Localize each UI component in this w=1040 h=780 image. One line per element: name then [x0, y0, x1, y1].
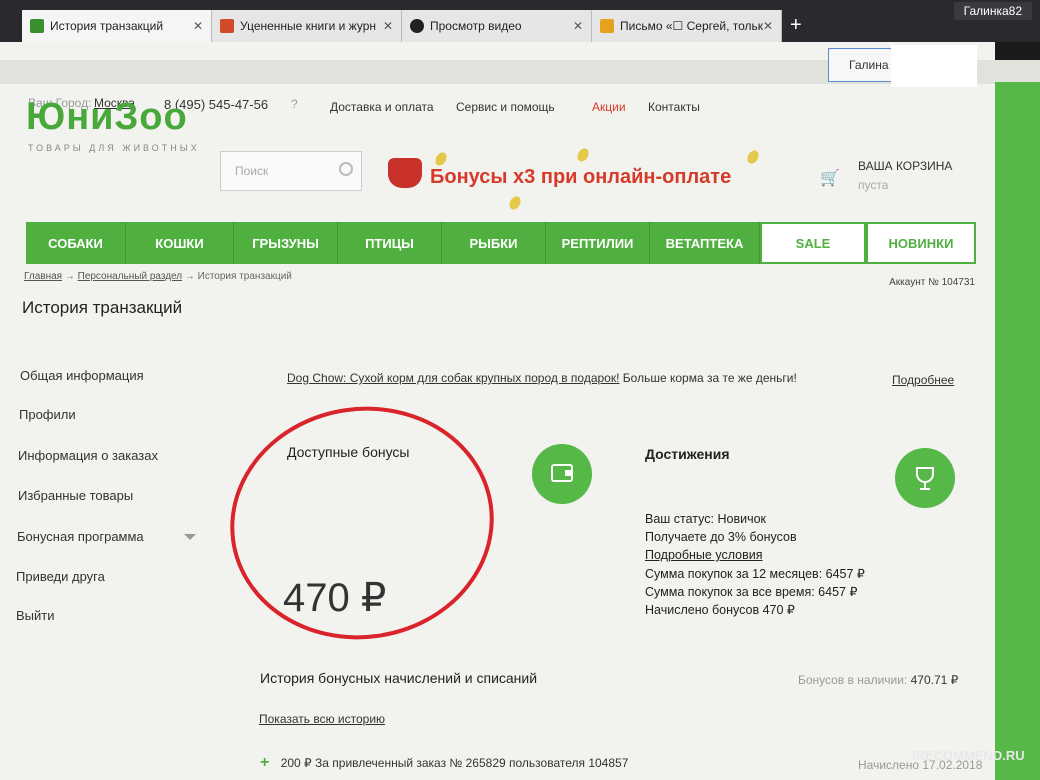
link-promotions[interactable]: Акции [592, 100, 626, 114]
link-delivery[interactable]: Доставка и оплата [330, 100, 434, 114]
show-history-link[interactable]: Показать всю историю [259, 712, 385, 726]
cart-label[interactable]: ВАША КОРЗИНА [858, 159, 952, 173]
search-placeholder: Поиск [235, 164, 269, 178]
conditions-link[interactable]: Подробные условия [645, 548, 762, 562]
search-input[interactable]: Поиск [220, 151, 362, 191]
history-row-text: 200 ₽ За привлеченный заказ № 265829 пол… [280, 756, 629, 770]
tab-label: Уцененные книги и журн [240, 19, 377, 33]
link-service[interactable]: Сервис и помощь [456, 100, 555, 114]
tab-label: Письмо «☐ Сергей, тольк [620, 19, 764, 33]
browser-profile[interactable]: Галинка82 [953, 2, 1032, 20]
nav-cats[interactable]: КОШКИ [126, 222, 234, 264]
promo-text: Больше корма за те же деньги! [622, 371, 797, 385]
nav-new[interactable]: НОВИНКИ [866, 222, 976, 264]
tab-label: История транзакций [50, 19, 164, 33]
breadcrumb-current: История транзакций [197, 271, 292, 282]
history-row: + 200 ₽ За привлеченный заказ № 265829 п… [260, 754, 628, 772]
bonus-bag-icon [388, 158, 422, 188]
sidebar-item-favorites[interactable]: Избранные товары [18, 488, 133, 503]
history-title: История бонусных начислений и списаний [260, 670, 538, 686]
achievements-title: Достижения [645, 446, 730, 462]
browser-tab-strip: История транзакций ✕ Уцененные книги и ж… [0, 0, 1040, 42]
close-icon[interactable]: ✕ [573, 19, 583, 33]
new-tab-button[interactable]: + [790, 14, 802, 37]
chevron-down-icon[interactable] [184, 534, 196, 540]
help-icon[interactable]: ? [291, 97, 298, 111]
tab-mail[interactable]: Письмо «☐ Сергей, тольк ✕ [592, 10, 782, 42]
nav-dogs[interactable]: СОБАКИ [26, 222, 126, 264]
tab-label: Просмотр видео [430, 19, 522, 33]
breadcrumb-separator: → [184, 271, 195, 282]
promo-line: Dog Chow: Сухой корм для собак крупных п… [287, 371, 797, 385]
sidebar-item-orders[interactable]: Информация о заказах [18, 448, 158, 463]
site-favicon-icon [220, 19, 234, 33]
tab-video[interactable]: Просмотр видео ✕ [402, 10, 592, 42]
balance-value: 470.71 ₽ [910, 673, 959, 687]
nav-rodents[interactable]: ГРЫЗУНЫ [234, 222, 338, 264]
tab-books[interactable]: Уцененные книги и журн ✕ [212, 10, 402, 42]
link-contacts[interactable]: Контакты [648, 100, 700, 114]
sidebar-item-profiles[interactable]: Профили [19, 407, 76, 422]
close-icon[interactable]: ✕ [383, 19, 393, 33]
more-link[interactable]: Подробнее [892, 373, 954, 387]
nav-birds[interactable]: ПТИЦЫ [338, 222, 442, 264]
nav-vet-pharmacy[interactable]: ВЕТАПТЕКА [650, 222, 760, 264]
plus-icon[interactable]: + [260, 754, 269, 771]
breadcrumb-personal[interactable]: Персональный раздел [78, 271, 182, 282]
tab-transactions[interactable]: История транзакций ✕ [22, 10, 212, 42]
login-button[interactable]: Галина [828, 45, 977, 87]
status-line: Ваш статус: Новичок [645, 512, 767, 526]
logo-tagline: ТОВАРЫ ДЛЯ ЖИВОТНЫХ [28, 143, 200, 153]
balance-label: Бонусов в наличии: [798, 673, 908, 687]
site-favicon-icon [30, 19, 44, 33]
sidebar-item-general[interactable]: Общая информация [20, 368, 144, 383]
promo-link[interactable]: Dog Chow: Сухой корм для собак крупных п… [287, 371, 619, 385]
breadcrumb-separator: → [64, 271, 75, 282]
redaction-box [891, 45, 977, 87]
page-title: История транзакций [22, 298, 183, 317]
nav-fish[interactable]: РЫБКИ [442, 222, 546, 264]
balance-line: Бонусов в наличии: 470.71 ₽ [798, 673, 958, 687]
cart-icon[interactable]: 🛒 [820, 168, 840, 188]
page-side-decoration [995, 82, 1040, 780]
close-icon[interactable]: ✕ [763, 19, 773, 33]
accrued-line: Начислено бонусов 470 ₽ [645, 603, 795, 617]
nav-reptiles[interactable]: РЕПТИЛИИ [546, 222, 650, 264]
mail-favicon-icon [600, 19, 614, 33]
year-sum-line: Сумма покупок за 12 месяцев: 6457 ₽ [645, 567, 865, 581]
watermark: iRECOMMEND.RU [912, 748, 1025, 763]
breadcrumb-home[interactable]: Главная [24, 271, 62, 282]
sidebar-item-bonus[interactable]: Бонусная программа [17, 529, 144, 544]
account-number: Аккаунт № 104731 [889, 277, 975, 288]
cart-status: пуста [858, 178, 889, 192]
breadcrumb: Главная → Персональный раздел → История … [24, 271, 292, 282]
sidebar-item-logout[interactable]: Выйти [16, 608, 55, 623]
wallet-icon [532, 444, 592, 504]
percent-line: Получаете до 3% бонусов [645, 530, 797, 544]
total-sum-line: Сумма покупок за все время: 6457 ₽ [645, 585, 858, 599]
search-icon[interactable] [339, 162, 353, 176]
user-name: Галина [849, 58, 889, 72]
nav-sale[interactable]: SALE [760, 222, 866, 264]
category-nav: СОБАКИ КОШКИ ГРЫЗУНЫ ПТИЦЫ РЫБКИ РЕПТИЛИ… [26, 222, 976, 264]
close-icon[interactable]: ✕ [193, 19, 203, 33]
sidebar-item-invite[interactable]: Приведи друга [16, 569, 105, 584]
trophy-icon [895, 448, 955, 508]
site-favicon-icon [410, 19, 424, 33]
promo-banner[interactable]: Бонусы х3 при онлайн-оплате [430, 166, 731, 189]
site-logo[interactable]: ЮниЗоо [26, 96, 188, 139]
